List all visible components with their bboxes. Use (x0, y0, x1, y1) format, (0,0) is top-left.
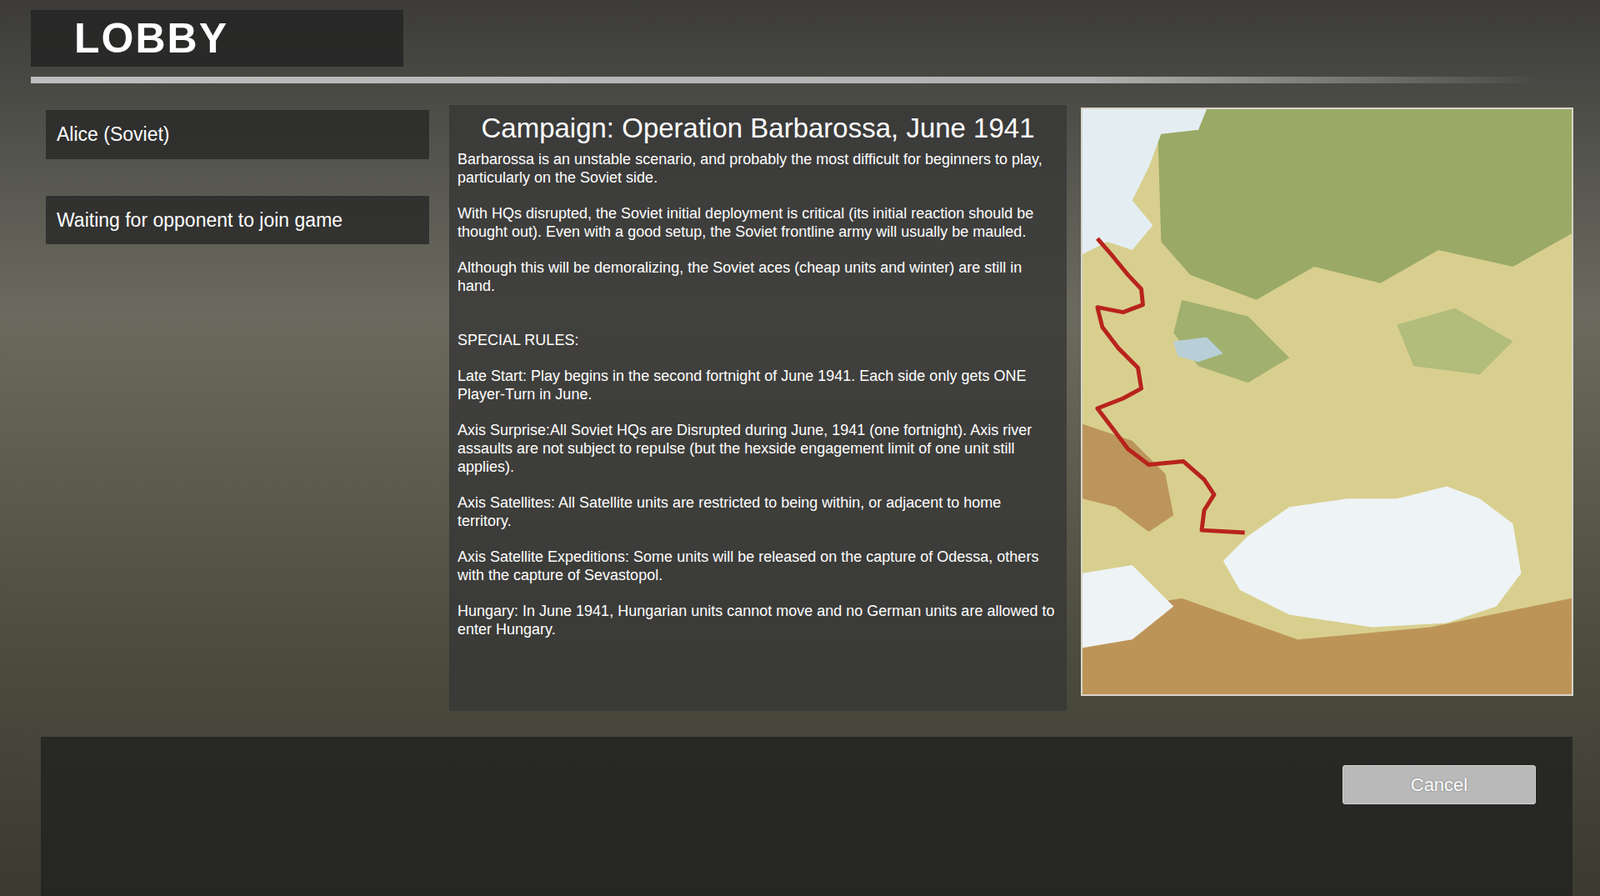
special-rule: Late Start: Play begins in the second fo… (457, 366, 1059, 404)
map-image (1082, 109, 1572, 695)
special-rule: Axis Surprise:All Soviet HQs are Disrupt… (457, 420, 1059, 476)
special-rule: Axis Satellites: All Satellite units are… (457, 493, 1059, 530)
campaign-paragraph: Barbarossa is an unstable scenario, and … (457, 150, 1059, 187)
campaign-title: Campaign: Operation Barbarossa, June 194… (457, 111, 1059, 145)
title-bar: LOBBY (30, 10, 404, 67)
screen-title: LOBBY (74, 17, 229, 60)
player-list: Alice (Soviet) Waiting for opponent to jo… (45, 110, 430, 245)
special-rule: Hungary: In June 1941, Hungarian units c… (457, 601, 1059, 639)
special-rule: Axis Satellite Expeditions: Some units w… (457, 547, 1059, 585)
lobby-screen: LOBBY Alice (Soviet) Waiting for opponent… (0, 0, 1600, 896)
campaign-panel: Campaign: Operation Barbarossa, June 194… (449, 105, 1067, 711)
campaign-map (1080, 107, 1574, 696)
player-slot: Waiting for opponent to join game (45, 195, 430, 245)
campaign-paragraph: Although this will be demoralizing, the … (457, 258, 1059, 295)
cancel-button[interactable]: Cancel (1342, 765, 1536, 805)
rules-heading: SPECIAL RULES: (457, 330, 1059, 350)
player-slot: Alice (Soviet) (45, 110, 430, 160)
title-underline (30, 76, 1541, 84)
campaign-paragraph: With HQs disrupted, the Soviet initial d… (457, 204, 1059, 241)
bottom-bar: Cancel (40, 736, 1573, 896)
main-area: Alice (Soviet) Waiting for opponent to jo… (30, 105, 1600, 711)
